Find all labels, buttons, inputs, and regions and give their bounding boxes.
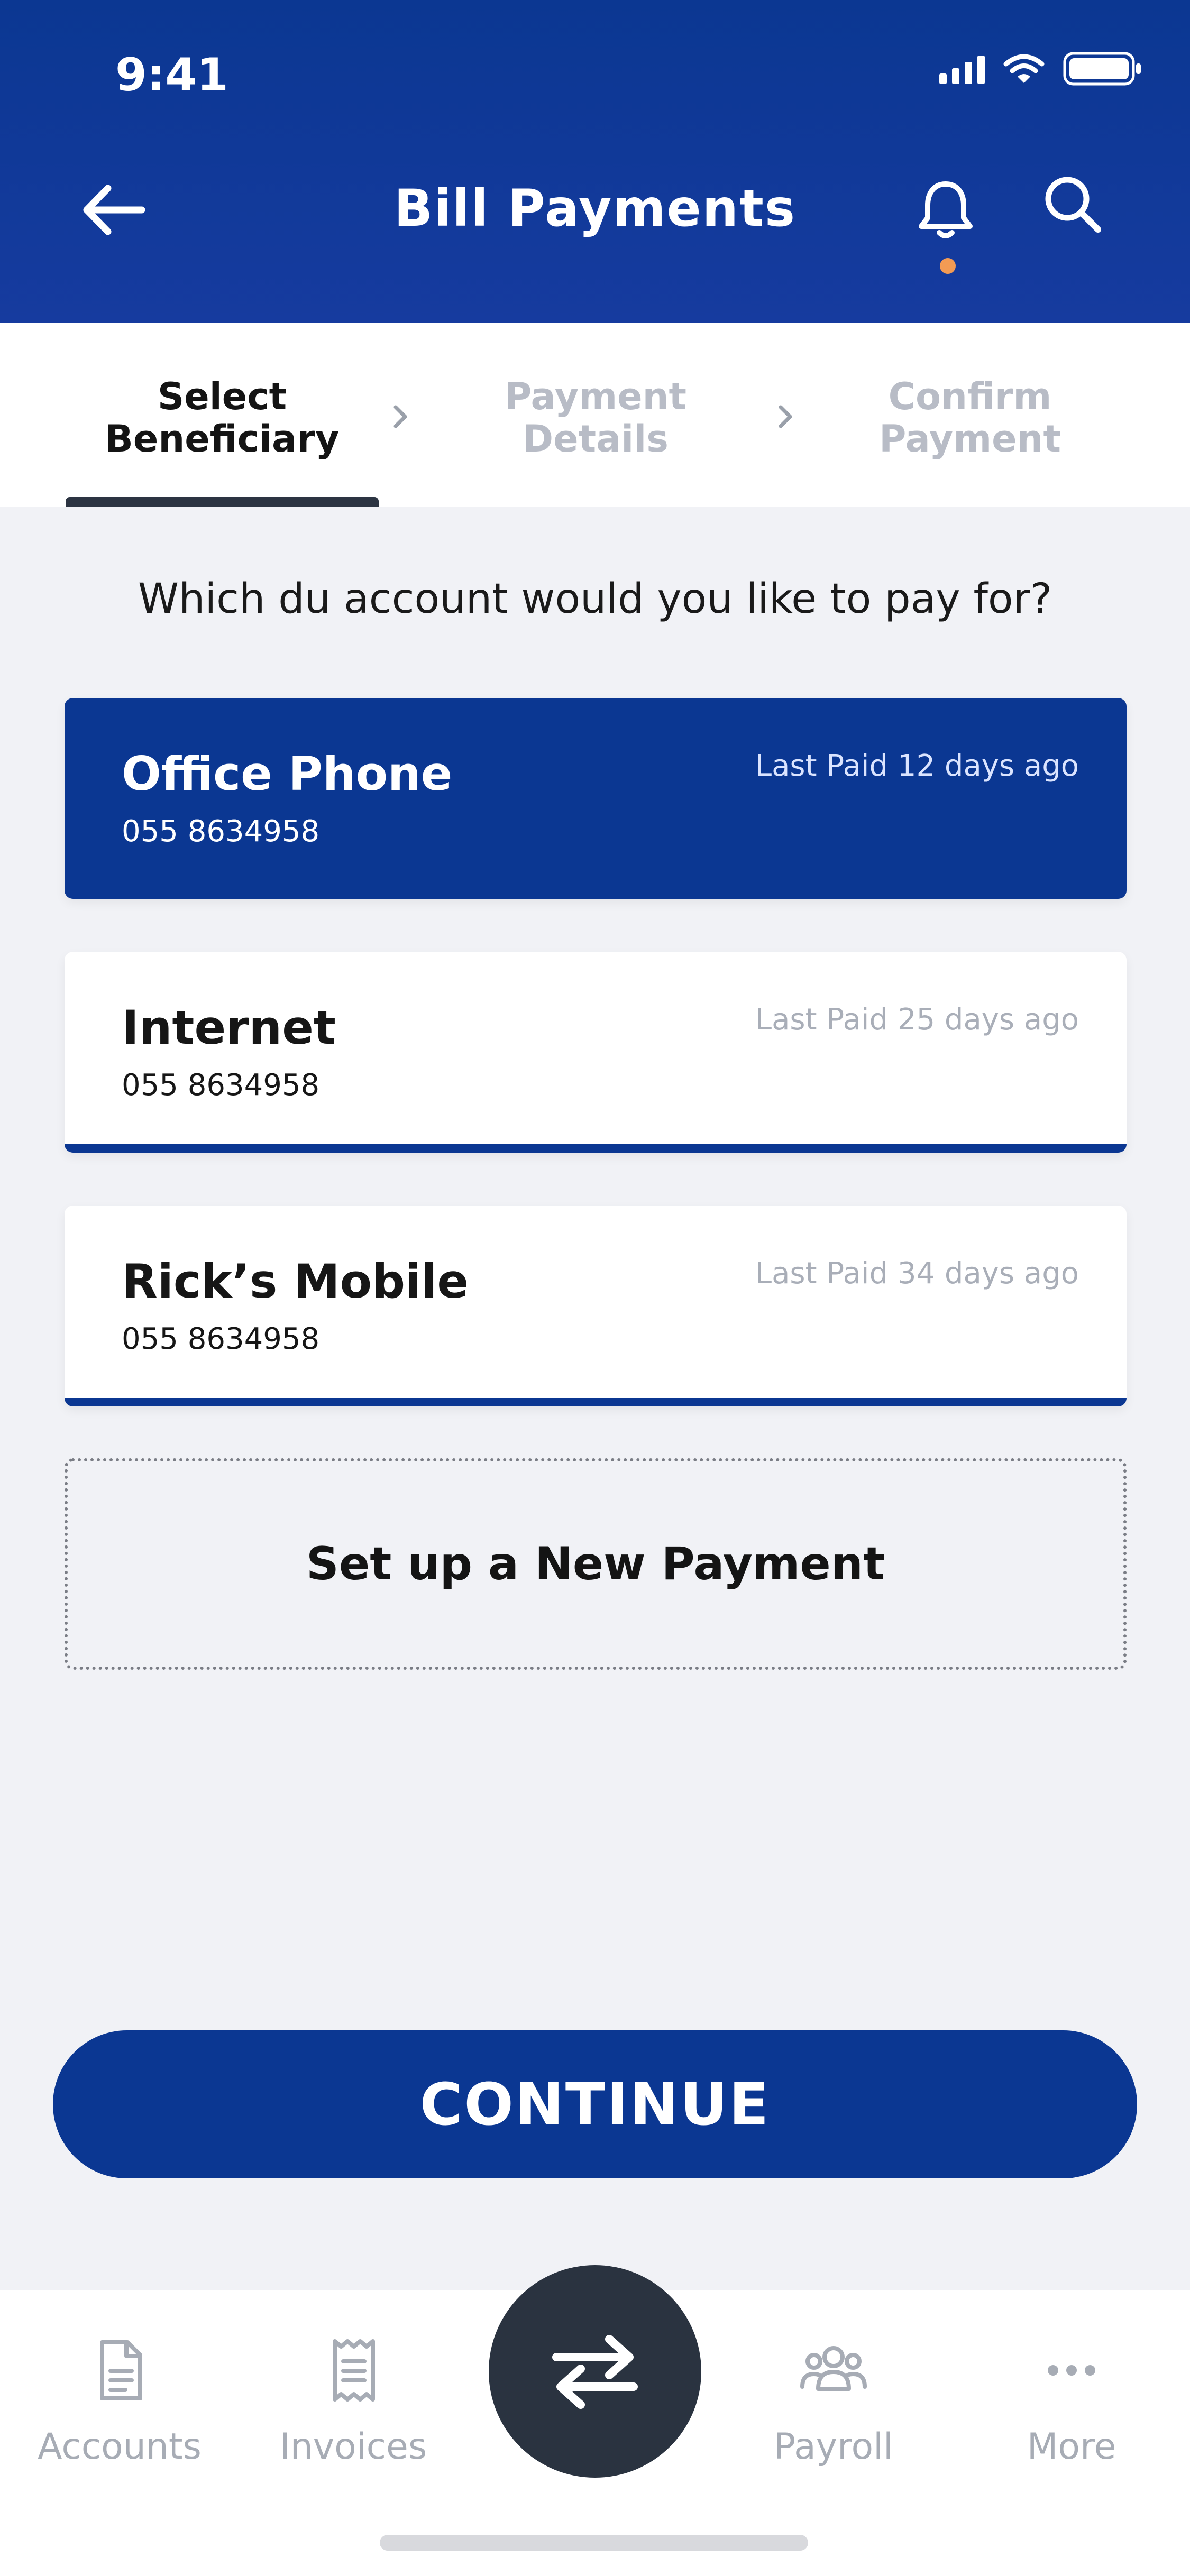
home-indicator[interactable] <box>380 2535 808 2551</box>
step-payment-details[interactable]: Payment Details <box>447 375 744 460</box>
search-icon <box>1045 177 1101 233</box>
continue-button[interactable]: CONTINUE <box>53 2030 1137 2178</box>
notification-dot <box>940 258 956 274</box>
nav-label: Payroll <box>774 2426 893 2468</box>
battery-icon <box>1063 52 1142 86</box>
receipt-icon <box>333 2339 375 2402</box>
chevron-right-icon <box>779 405 792 428</box>
document-icon <box>100 2340 142 2400</box>
new-payment-button[interactable]: Set up a New Payment <box>65 1458 1127 1670</box>
step-confirm-payment[interactable]: Confirm Payment <box>822 375 1118 460</box>
account-name: Internet <box>122 1000 336 1055</box>
nav-label: Invoices <box>279 2426 427 2468</box>
status-icons <box>939 52 1142 86</box>
active-step-underline <box>66 497 379 507</box>
transfer-icon <box>552 2335 638 2409</box>
continue-label: CONTINUE <box>419 2071 771 2138</box>
nav-item-accounts[interactable]: Accounts <box>24 2336 215 2468</box>
notifications-button[interactable] <box>916 178 975 241</box>
status-time: 9:41 <box>115 49 228 102</box>
step-line2: Payment <box>879 417 1061 461</box>
cellular-signal-icon <box>939 53 985 84</box>
new-payment-label: Set up a New Payment <box>306 1538 885 1590</box>
account-name: Rick’s Mobile <box>122 1254 469 1309</box>
account-number: 055 8634958 <box>122 814 320 849</box>
wifi-icon <box>1003 53 1045 84</box>
account-name: Office Phone <box>122 747 453 801</box>
account-number: 055 8634958 <box>122 1068 320 1102</box>
step-indicator: Select Beneficiary Payment Details Confi… <box>0 323 1190 507</box>
bill-payments-screen: 9:41 Bill Payments Select Beneficiary Pa… <box>0 0 1190 2576</box>
account-question: Which du account would you like to pay f… <box>138 575 1052 623</box>
step-line1: Confirm <box>888 375 1052 418</box>
account-number: 055 8634958 <box>122 1322 320 1356</box>
account-card-office-phone[interactable]: Office Phone 055 8634958 Last Paid 12 da… <box>65 698 1127 899</box>
search-button[interactable] <box>1041 172 1104 236</box>
last-paid: Last Paid 25 days ago <box>755 1002 1079 1037</box>
step-line2: Details <box>523 417 669 461</box>
last-paid: Last Paid 12 days ago <box>755 749 1079 783</box>
bell-icon <box>919 181 973 238</box>
page-title: Bill Payments <box>393 179 796 238</box>
nav-label: Accounts <box>38 2426 202 2468</box>
nav-label: More <box>1027 2426 1116 2468</box>
account-card-ricks-mobile[interactable]: Rick’s Mobile 055 8634958 Last Paid 34 d… <box>65 1206 1127 1406</box>
chevron-right-icon <box>393 405 407 428</box>
step-line1: Payment <box>505 375 686 418</box>
people-icon <box>800 2346 867 2391</box>
nav-item-more[interactable]: More <box>976 2336 1167 2468</box>
step-line1: Select <box>157 375 287 418</box>
nav-item-invoices[interactable]: Invoices <box>258 2336 448 2468</box>
last-paid: Last Paid 34 days ago <box>755 1256 1079 1291</box>
dots-icon <box>1048 2365 1095 2376</box>
account-card-internet[interactable]: Internet 055 8634958 Last Paid 25 days a… <box>65 952 1127 1153</box>
nav-item-payroll[interactable]: Payroll <box>738 2336 929 2468</box>
header: 9:41 Bill Payments <box>0 0 1190 323</box>
step-select-beneficiary[interactable]: Select Beneficiary <box>74 375 370 460</box>
step-line2: Beneficiary <box>105 417 340 461</box>
nav-item-transfer[interactable] <box>489 2265 701 2478</box>
